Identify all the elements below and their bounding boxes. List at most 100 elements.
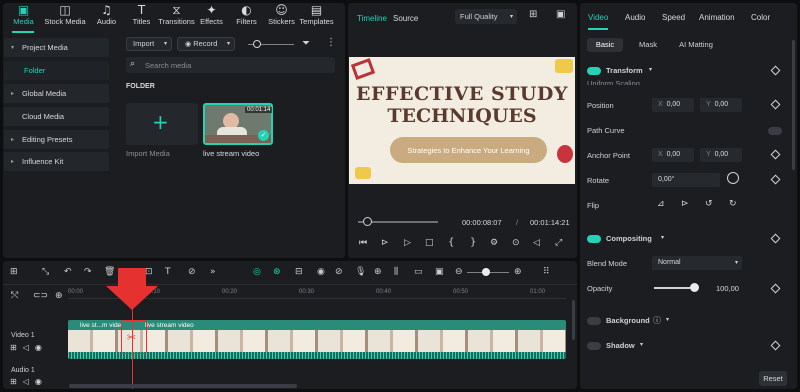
- search-input[interactable]: Search media: [145, 61, 191, 70]
- preview-progress-handle[interactable]: [362, 217, 372, 226]
- rotate-right-icon[interactable]: ↻: [729, 199, 737, 209]
- properties-tab-audio[interactable]: Audio: [625, 13, 645, 22]
- sidebar-item-global-media[interactable]: ▸ Global Media: [4, 84, 109, 103]
- transform-toggle[interactable]: [587, 67, 601, 75]
- properties-tab-video[interactable]: Video: [588, 13, 608, 22]
- subtab-mask[interactable]: Mask: [628, 38, 668, 52]
- flip-vertical-icon[interactable]: ⊳: [681, 199, 689, 209]
- subtab-ai-matting[interactable]: AI Matting: [670, 38, 722, 52]
- text-icon[interactable]: T: [165, 267, 171, 277]
- rotate-left-icon[interactable]: ↺: [705, 199, 713, 209]
- prev-frame-icon[interactable]: ⏮: [359, 238, 367, 248]
- undo-icon[interactable]: ↶: [64, 267, 72, 277]
- split-icon[interactable]: ⊟: [295, 267, 303, 277]
- tab-templates[interactable]: ▤ Templates: [299, 3, 334, 26]
- adjust-icon[interactable]: ⊘: [188, 267, 196, 277]
- play-icon[interactable]: ▷: [404, 238, 411, 248]
- position-x-field[interactable]: X 0,00: [652, 98, 694, 112]
- snap-icon[interactable]: ⤲: [11, 291, 18, 301]
- help-icon[interactable]: ⓘ: [653, 315, 661, 326]
- speed-icon[interactable]: ⊘: [335, 267, 343, 277]
- chevron-down-icon[interactable]: ▾: [640, 341, 643, 348]
- tab-source[interactable]: Source: [393, 14, 418, 23]
- sidebar-item-influence-kit[interactable]: ▸ Influence Kit: [4, 152, 109, 171]
- stop-icon[interactable]: □: [425, 238, 434, 248]
- record-button[interactable]: ◉ Record ▾: [177, 37, 235, 51]
- position-y-field[interactable]: Y 0,00: [700, 98, 742, 112]
- quality-dropdown[interactable]: Full Quality ▾: [455, 9, 517, 24]
- sidebar-item-project-media[interactable]: ▾ Project Media: [4, 38, 109, 57]
- sidebar-item-editing-presets[interactable]: ▸ Editing Presets: [4, 130, 109, 149]
- mark-in-icon[interactable]: {: [448, 237, 454, 248]
- chevron-down-icon[interactable]: ▾: [666, 316, 669, 323]
- tab-filters[interactable]: ◐ Filters: [229, 3, 264, 26]
- opacity-value[interactable]: 100,00: [716, 284, 739, 293]
- record-voice-icon[interactable]: ◉: [317, 267, 325, 277]
- zoom-slider-handle[interactable]: [253, 40, 261, 48]
- path-curve-toggle[interactable]: [768, 127, 782, 135]
- delete-icon[interactable]: 🗑: [104, 267, 115, 277]
- reset-button[interactable]: Reset: [759, 371, 787, 386]
- shadow-toggle[interactable]: [587, 342, 601, 350]
- import-button[interactable]: Import ▾: [126, 37, 172, 51]
- select-icon[interactable]: ⤡: [42, 267, 49, 277]
- opacity-slider-track[interactable]: [654, 287, 690, 289]
- tab-effects[interactable]: ✦ Effects: [194, 3, 229, 26]
- flip-horizontal-icon[interactable]: ⊿: [657, 199, 665, 209]
- volume-icon[interactable]: ◁: [533, 238, 540, 248]
- ai-icon[interactable]: ◎: [253, 267, 261, 277]
- grid-icon[interactable]: ⊞: [529, 9, 537, 20]
- layout-icon[interactable]: ⊞: [10, 267, 18, 277]
- timeline-vscrollbar[interactable]: [572, 300, 575, 340]
- crop-icon[interactable]: ⊡: [145, 267, 153, 277]
- chevron-down-icon[interactable]: ▾: [649, 66, 652, 73]
- track-audio-controls[interactable]: ⊞◁◉: [10, 377, 48, 386]
- tab-stickers[interactable]: ☺ Stickers: [264, 3, 299, 26]
- anchor-x-field[interactable]: X 0,00: [652, 148, 694, 162]
- motion-icon[interactable]: ⊛: [273, 267, 281, 277]
- rotate-dial-icon[interactable]: [727, 172, 739, 184]
- compositing-toggle[interactable]: [587, 235, 601, 243]
- chevron-down-icon[interactable]: ▾: [661, 234, 664, 241]
- mixer-icon[interactable]: ⫼: [394, 267, 398, 277]
- snapshot-icon[interactable]: ▣: [556, 9, 565, 20]
- step-back-icon[interactable]: ⊳: [381, 238, 389, 248]
- tab-media[interactable]: ▣ Media: [6, 3, 41, 26]
- sidebar-item-cloud-media[interactable]: Cloud Media: [4, 107, 109, 126]
- subtitle-icon[interactable]: ▭: [414, 267, 423, 277]
- opacity-slider-handle[interactable]: [690, 283, 699, 292]
- track-video-controls[interactable]: ⊞◁◉: [10, 343, 48, 352]
- more-options-icon[interactable]: ⋮: [326, 37, 336, 48]
- tab-stock-media[interactable]: ◫ Stock Media: [41, 3, 89, 26]
- properties-tab-speed[interactable]: Speed: [662, 13, 685, 22]
- more-icon[interactable]: »: [210, 267, 216, 277]
- properties-tab-animation[interactable]: Animation: [699, 13, 735, 22]
- mic-icon[interactable]: 🎙: [355, 267, 366, 277]
- zoom-out-icon[interactable]: ⊖: [455, 267, 463, 277]
- properties-tab-color[interactable]: Color: [751, 13, 770, 22]
- tab-timeline[interactable]: Timeline: [357, 14, 387, 23]
- tab-titles[interactable]: T Titles: [124, 3, 159, 26]
- marker-icon[interactable]: ⊕: [374, 267, 382, 277]
- timeline-scrollbar[interactable]: [69, 384, 297, 388]
- tab-audio[interactable]: ♫ Audio: [89, 3, 124, 26]
- anchor-y-field[interactable]: Y 0,00: [700, 148, 742, 162]
- tab-transitions[interactable]: ⧖ Transitions: [158, 3, 194, 26]
- timeline-zoom-handle[interactable]: [482, 268, 490, 276]
- grid-view-icon[interactable]: ⠿: [543, 267, 550, 277]
- fullscreen-icon[interactable]: ⤢: [555, 238, 562, 248]
- render-settings-icon[interactable]: ⚙: [490, 238, 498, 248]
- pip-icon[interactable]: ▣: [435, 267, 444, 277]
- background-toggle[interactable]: [587, 317, 601, 325]
- zoom-in-icon[interactable]: ⊕: [514, 267, 522, 277]
- mark-out-icon[interactable]: }: [470, 237, 476, 248]
- sidebar-item-folder[interactable]: Folder: [4, 61, 109, 80]
- link-icon[interactable]: ⊂⊃: [33, 291, 48, 301]
- filter-icon[interactable]: ⏷: [302, 38, 310, 49]
- playhead-line[interactable]: [132, 300, 133, 389]
- properties-scrollbar[interactable]: [792, 40, 795, 170]
- camera-icon[interactable]: ⊙: [512, 238, 520, 248]
- rotate-field[interactable]: 0,00°: [652, 173, 720, 187]
- redo-icon[interactable]: ↷: [84, 267, 92, 277]
- blend-mode-dropdown[interactable]: Normal ▾: [652, 256, 742, 270]
